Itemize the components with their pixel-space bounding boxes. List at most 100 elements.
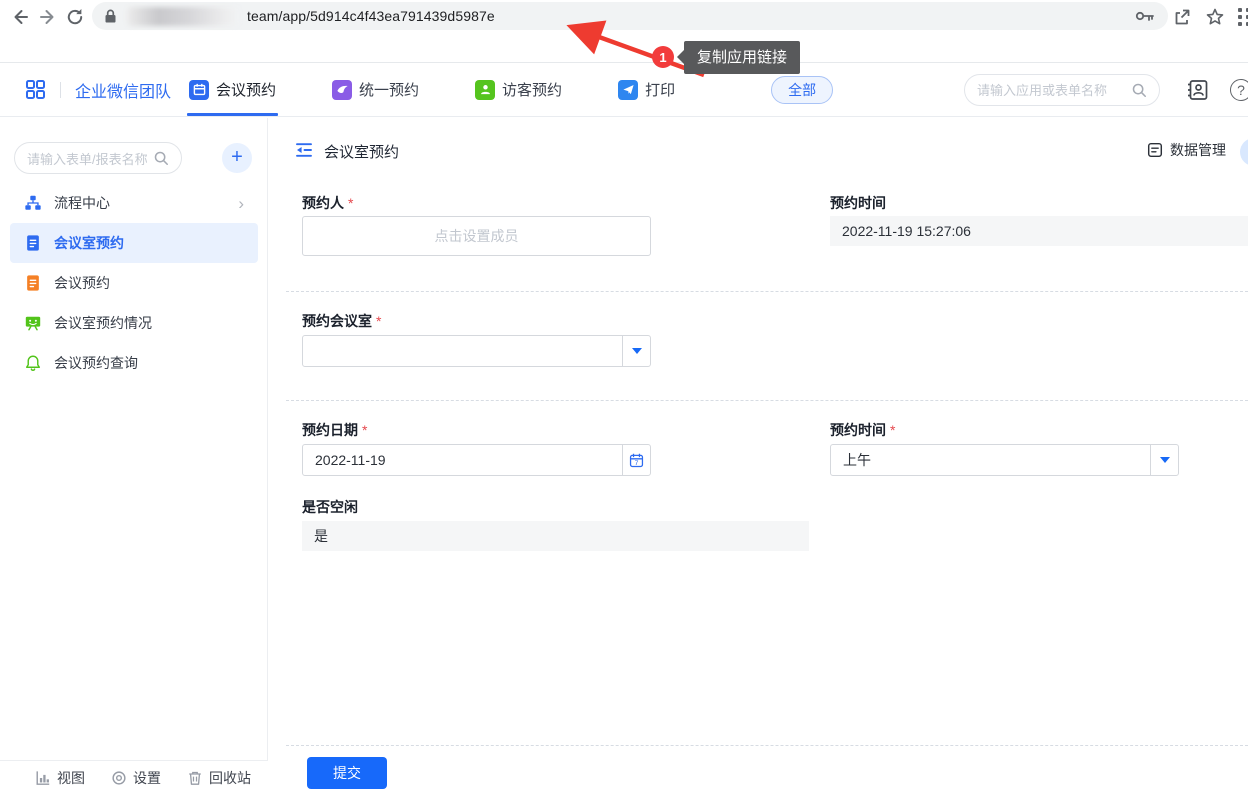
browser-reload-button[interactable]: [63, 5, 87, 29]
field-label-reserve-period: 预约时间*: [830, 420, 895, 440]
reserve-date-value: 2022-11-19: [303, 445, 622, 475]
workflow-icon: [24, 194, 42, 212]
field-label-meeting-room: 预约会议室*: [302, 311, 381, 331]
meeting-room-select[interactable]: [302, 335, 651, 367]
sidebar-menu: 流程中心 › 会议室预约 会议预约 会议室预约情况: [0, 183, 268, 383]
chevron-right-icon: ›: [238, 195, 244, 212]
tab-label: 打印: [645, 79, 675, 100]
svg-text:7: 7: [635, 460, 639, 467]
is-free-readonly-field: 是: [302, 521, 809, 551]
member-picker-placeholder: 点击设置成员: [435, 226, 519, 246]
dashboard-icon: [24, 314, 42, 332]
chart-icon: [35, 770, 51, 786]
sidebar-item-meeting-room-reserve[interactable]: 会议室预约: [10, 223, 258, 263]
gear-icon: [111, 770, 127, 786]
dropdown-button[interactable]: [622, 336, 650, 366]
data-manage-icon: [1146, 141, 1164, 159]
created-time-readonly-field: 2022-11-19 15:27:06: [830, 216, 1248, 246]
date-picker-button[interactable]: 7: [622, 445, 650, 475]
help-icon[interactable]: ?: [1230, 79, 1248, 101]
sidebar-item-label: 流程中心: [54, 193, 110, 213]
print-app-icon: [618, 80, 638, 100]
label-text: 预约人: [302, 195, 344, 211]
meeting-app-icon: [189, 80, 209, 100]
field-label-is-free: 是否空闲: [302, 497, 358, 517]
required-mark: *: [348, 195, 353, 211]
sidebar-item-label: 会议室预约情况: [54, 313, 152, 333]
data-manage-button[interactable]: 数据管理: [1146, 140, 1226, 160]
tab-label: 访客预约: [502, 79, 562, 100]
apps-grid-icon[interactable]: [25, 79, 46, 100]
required-mark: *: [376, 313, 381, 329]
all-apps-pill[interactable]: 全部: [771, 76, 833, 104]
redacted-url-segment: [127, 7, 239, 26]
tab-visitor-reserve[interactable]: 访客预约: [475, 63, 562, 116]
form-search-input[interactable]: 请输入表单/报表名称: [14, 142, 182, 174]
footer-divider: [286, 745, 1248, 746]
bell-icon: [24, 354, 42, 372]
form-icon: [24, 234, 42, 252]
tab-unified-reserve[interactable]: 统一预约: [332, 63, 419, 116]
label-text: 预约时间: [830, 195, 886, 211]
label-text: 预约时间: [830, 422, 886, 438]
annotation-step-badge: 1: [652, 46, 674, 68]
recycle-bin-label: 回收站: [209, 768, 251, 788]
section-divider: [286, 291, 1248, 292]
section-divider: [286, 400, 1248, 401]
key-icon[interactable]: [1134, 8, 1156, 24]
required-mark: *: [890, 422, 895, 438]
field-label-reserve-date: 预约日期*: [302, 420, 367, 440]
collapse-sidebar-icon[interactable]: [294, 140, 314, 160]
unified-app-icon: [332, 80, 352, 100]
required-mark: *: [362, 422, 367, 438]
recycle-bin-button[interactable]: 回收站: [187, 768, 251, 788]
label-text: 预约会议室: [302, 313, 372, 329]
reserve-date-input[interactable]: 2022-11-19 7: [302, 444, 651, 476]
visitor-app-icon: [475, 80, 495, 100]
page-title: 会议室预约: [324, 141, 399, 162]
sidebar-item-workflow-center[interactable]: 流程中心 ›: [10, 183, 258, 223]
browser-menu-icon[interactable]: [1238, 8, 1248, 26]
main-content: 会议室预约 数据管理 预约人* 点击设置成员 预约时间 2022-11-19 1…: [268, 118, 1248, 794]
views-button[interactable]: 视图: [35, 768, 85, 788]
sidebar-item-label: 会议室预约: [54, 233, 124, 253]
add-form-button[interactable]: +: [222, 143, 252, 173]
contact-book-icon[interactable]: [1186, 78, 1210, 102]
url-text: team/app/5d914c4f43ea791439d5987e: [247, 8, 495, 24]
tab-meeting-reserve[interactable]: 会议预约: [189, 63, 276, 116]
bookmark-star-icon[interactable]: [1203, 5, 1227, 29]
browser-forward-button[interactable]: [36, 5, 60, 29]
sidebar-item-reserve-query[interactable]: 会议预约查询: [10, 343, 258, 383]
nav-divider: [60, 82, 61, 98]
reserver-member-picker[interactable]: 点击设置成员: [302, 216, 651, 256]
sidebar-item-label: 会议预约查询: [54, 353, 138, 373]
settings-button[interactable]: 设置: [111, 768, 161, 788]
label-text: 是否空闲: [302, 499, 358, 515]
tab-label: 会议预约: [216, 79, 276, 100]
workspace-name[interactable]: 企业微信团队: [75, 78, 171, 102]
reserve-period-value: 上午: [831, 445, 1150, 475]
chevron-down-icon: [1160, 457, 1170, 463]
trash-icon: [187, 770, 203, 786]
dropdown-button[interactable]: [1150, 445, 1178, 475]
address-bar[interactable]: team/app/5d914c4f43ea791439d5987e: [92, 2, 1168, 30]
sidebar-item-meeting-reserve[interactable]: 会议预约: [10, 263, 258, 303]
search-icon: [1131, 82, 1147, 98]
meeting-room-value: [303, 336, 622, 366]
top-navigation: 企业微信团队 会议预约 统一预约 访客预约 打印 全部: [0, 63, 1248, 117]
browser-back-button[interactable]: [8, 5, 32, 29]
share-icon[interactable]: [1170, 5, 1194, 29]
lock-icon[interactable]: [104, 9, 117, 24]
page: team/app/5d914c4f43ea791439d5987e 企业微信团队: [0, 0, 1248, 794]
edge-cutoff-button[interactable]: [1240, 138, 1248, 166]
reserve-period-select[interactable]: 上午: [830, 444, 1179, 476]
search-icon: [153, 150, 169, 166]
is-free-value: 是: [314, 526, 328, 546]
sidebar-item-room-status[interactable]: 会议室预约情况: [10, 303, 258, 343]
app-search-input[interactable]: 请输入应用或表单名称: [964, 74, 1160, 106]
field-label-reserver: 预约人*: [302, 193, 353, 213]
sidebar: 请输入表单/报表名称 + 流程中心 › 会议室预约: [0, 118, 268, 794]
submit-button[interactable]: 提交: [307, 757, 387, 789]
tab-print[interactable]: 打印: [618, 63, 675, 116]
sidebar-item-label: 会议预约: [54, 273, 110, 293]
